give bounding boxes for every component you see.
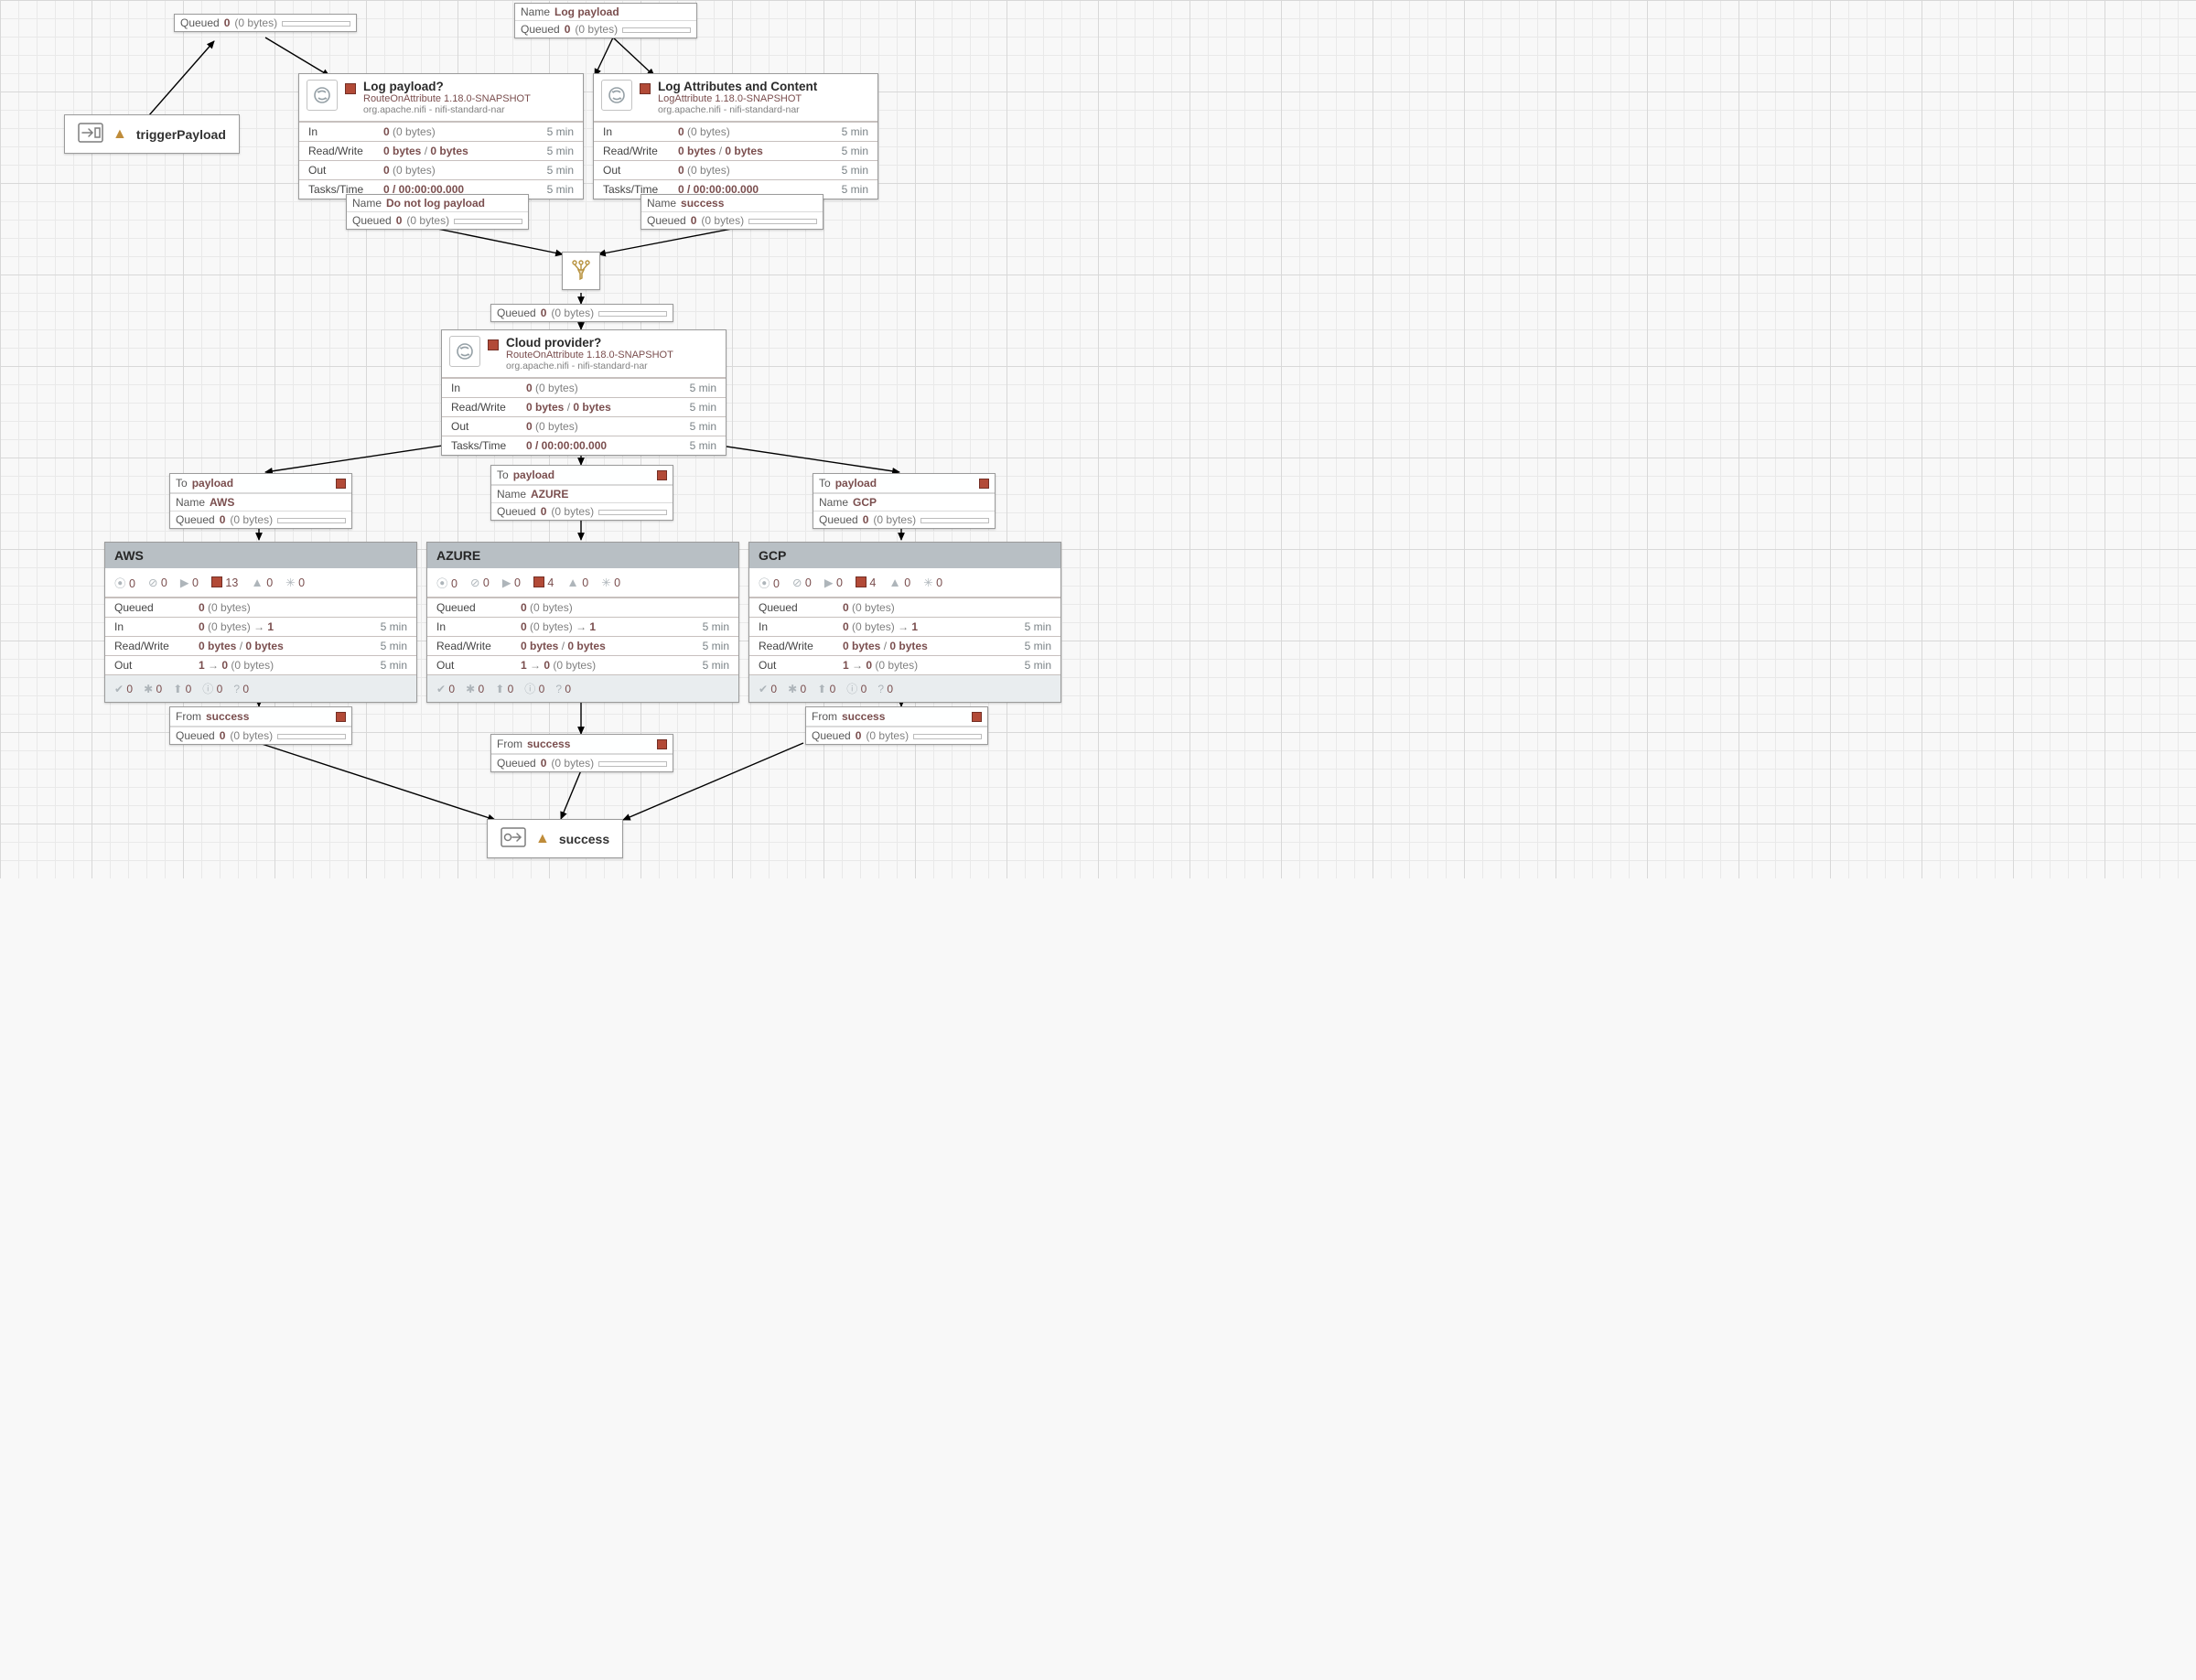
processor-title: Log payload? (363, 80, 531, 93)
queued-label: Queued (180, 16, 220, 29)
processor-icon (601, 80, 632, 111)
connection-queued-1[interactable]: Queued 0 (0 bytes) (174, 14, 357, 32)
processor-title: Cloud provider? (506, 336, 673, 350)
processor-title: Log Attributes and Content (658, 80, 817, 93)
sync-icon: ✱ (466, 683, 475, 695)
transmitting-icon: ⦿ (759, 577, 770, 590)
up-icon: ⬆ (817, 683, 826, 695)
processor-log-attributes[interactable]: Log Attributes and Content LogAttribute … (593, 73, 878, 199)
queued-count: 0 (224, 16, 231, 29)
stop-icon (345, 83, 356, 94)
connection-from-aws[interactable]: Fromsuccess Queued0(0 bytes) (169, 706, 352, 745)
disabled-icon: ✳ (923, 576, 932, 589)
connection-success[interactable]: Namesuccess Queued0(0 bytes) (640, 194, 824, 230)
disabled-icon: ✳ (601, 576, 610, 589)
group-status-bar: ⦿ 0 ⊘ 0 ▶ 0 4 ▲ 0 ✳ 0 (749, 568, 1060, 598)
sync-icon: ✱ (788, 683, 797, 695)
input-port-trigger-payload[interactable]: ▲ triggerPayload (64, 114, 240, 154)
warning-icon: ▲ (113, 126, 127, 143)
group-footer: ✔ 0 ✱ 0 ⬆ 0 ⓘ 0 ? 0 (749, 674, 1060, 702)
not-transmitting-icon: ⊘ (148, 576, 157, 589)
processor-icon (307, 80, 338, 111)
invalid-icon: ▲ (251, 576, 263, 589)
processor-bundle: org.apache.nifi - nifi-standard-nar (658, 104, 817, 115)
stop-icon (640, 83, 651, 94)
name-label: Name (521, 5, 550, 18)
stop-icon (336, 712, 346, 722)
input-port-icon (78, 123, 103, 145)
processor-cloud-provider[interactable]: Cloud provider? RouteOnAttribute 1.18.0-… (441, 329, 727, 456)
port-label: success (559, 832, 609, 846)
funnel[interactable] (562, 252, 600, 290)
stop-icon (979, 479, 989, 489)
funnel-icon (569, 259, 593, 283)
running-icon: ▶ (180, 576, 189, 589)
up-icon: ⬆ (173, 683, 182, 695)
version-icon: ✔ (759, 683, 768, 695)
disabled-icon: ✳ (285, 576, 295, 589)
connection-name: Log payload (554, 5, 619, 18)
transmitting-icon: ⦿ (436, 577, 448, 590)
stopped-icon (211, 576, 222, 587)
connection-do-not-log[interactable]: NameDo not log payload Queued0(0 bytes) (346, 194, 529, 230)
connection-to-gcp[interactable]: Topayload NameGCP Queued0(0 bytes) (813, 473, 996, 529)
port-label: triggerPayload (136, 127, 226, 142)
process-group-gcp[interactable]: GCP ⦿ 0 ⊘ 0 ▶ 0 4 ▲ 0 ✳ 0 Queued0 (0 byt… (748, 542, 1061, 703)
info-icon: ⓘ (846, 683, 857, 695)
stop-icon (336, 479, 346, 489)
processor-bundle: org.apache.nifi - nifi-standard-nar (363, 104, 531, 115)
stopped-icon (533, 576, 544, 587)
group-name: AWS (105, 543, 416, 568)
nifi-canvas[interactable]: Queued 0 (0 bytes) Name Log payload Queu… (0, 0, 1153, 878)
stop-icon (657, 739, 667, 749)
connection-funnel-queued[interactable]: Queued0(0 bytes) (490, 304, 673, 322)
invalid-icon: ▲ (566, 576, 578, 589)
info-icon: ⓘ (524, 683, 535, 695)
connection-to-aws[interactable]: Topayload NameAWS Queued0(0 bytes) (169, 473, 352, 529)
question-icon: ? (877, 683, 884, 695)
version-icon: ✔ (436, 683, 446, 695)
question-icon: ? (555, 683, 562, 695)
question-icon: ? (233, 683, 240, 695)
processor-type: RouteOnAttribute 1.18.0-SNAPSHOT (506, 350, 673, 361)
processor-icon (449, 336, 480, 367)
output-port-icon (501, 827, 526, 850)
not-transmitting-icon: ⊘ (470, 576, 479, 589)
stop-icon (657, 470, 667, 480)
warning-icon: ▲ (535, 831, 550, 847)
process-group-aws[interactable]: AWS ⦿ 0 ⊘ 0 ▶ 0 13 ▲ 0 ✳ 0 Queued0 (0 by… (104, 542, 417, 703)
group-status-bar: ⦿ 0 ⊘ 0 ▶ 0 4 ▲ 0 ✳ 0 (427, 568, 738, 598)
output-port-success[interactable]: ▲ success (487, 819, 623, 858)
group-footer: ✔ 0 ✱ 0 ⬆ 0 ⓘ 0 ? 0 (427, 674, 738, 702)
running-icon: ▶ (824, 576, 834, 589)
processor-type: LogAttribute 1.18.0-SNAPSHOT (658, 93, 817, 104)
group-name: AZURE (427, 543, 738, 568)
process-group-azure[interactable]: AZURE ⦿ 0 ⊘ 0 ▶ 0 4 ▲ 0 ✳ 0 Queued0 (0 b… (426, 542, 739, 703)
connection-from-gcp[interactable]: Fromsuccess Queued0(0 bytes) (805, 706, 988, 745)
group-status-bar: ⦿ 0 ⊘ 0 ▶ 0 13 ▲ 0 ✳ 0 (105, 568, 416, 598)
invalid-icon: ▲ (888, 576, 900, 589)
info-icon: ⓘ (202, 683, 213, 695)
connection-from-azure[interactable]: Fromsuccess Queued0(0 bytes) (490, 734, 673, 772)
processor-bundle: org.apache.nifi - nifi-standard-nar (506, 361, 673, 372)
transmitting-icon: ⦿ (114, 577, 126, 590)
queued-bytes: (0 bytes) (234, 16, 277, 29)
group-name: GCP (749, 543, 1060, 568)
stop-icon (488, 339, 499, 350)
up-icon: ⬆ (495, 683, 504, 695)
connection-to-azure[interactable]: Topayload NameAZURE Queued0(0 bytes) (490, 465, 673, 521)
version-icon: ✔ (114, 683, 124, 695)
processor-type: RouteOnAttribute 1.18.0-SNAPSHOT (363, 93, 531, 104)
stop-icon (972, 712, 982, 722)
not-transmitting-icon: ⊘ (792, 576, 802, 589)
processor-log-payload[interactable]: Log payload? RouteOnAttribute 1.18.0-SNA… (298, 73, 584, 199)
group-footer: ✔ 0 ✱ 0 ⬆ 0 ⓘ 0 ? 0 (105, 674, 416, 702)
stopped-icon (856, 576, 867, 587)
sync-icon: ✱ (144, 683, 153, 695)
connection-log-payload[interactable]: Name Log payload Queued 0 (0 bytes) (514, 3, 697, 38)
running-icon: ▶ (502, 576, 511, 589)
